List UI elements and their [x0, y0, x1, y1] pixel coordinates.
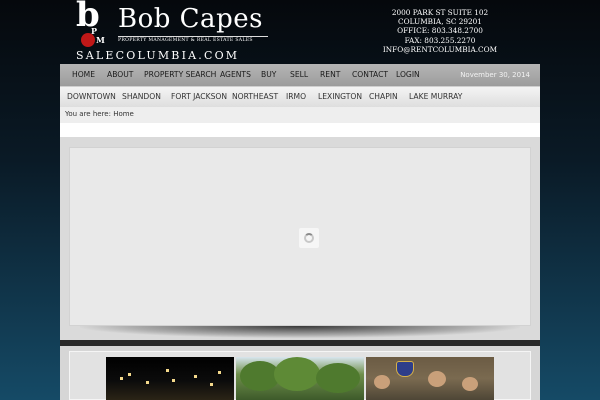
city-night-photo[interactable]: [106, 357, 234, 400]
contact-address-line2: COLUMBIA, SC 29201: [398, 17, 482, 27]
logo-mark-m: M: [96, 35, 105, 45]
site-header: b P M Bob Capes PROPERTY MANAGEMENT & RE…: [0, 0, 600, 65]
nav-item-about[interactable]: ABOUT: [107, 64, 133, 86]
nav-item-rent[interactable]: RENT: [320, 64, 340, 86]
contact-office-phone: OFFICE: 803.348.2700: [397, 26, 483, 36]
spacer: [60, 123, 540, 137]
logo-tagline: PROPERTY MANAGEMENT & REAL ESTATE SALES: [118, 38, 253, 43]
nav-item-contact[interactable]: CONTACT: [352, 64, 388, 86]
unit-patch-icon: [396, 361, 414, 377]
subnav-item-fort-jackson[interactable]: FORT JACKSON: [171, 87, 227, 108]
slider-shadow: [80, 326, 520, 338]
bpm-logo-mark-icon: b P M: [74, 0, 108, 52]
logo-domain: SALECOLUMBIA.COM: [76, 49, 240, 62]
page-container: HOME ABOUT PROPERTY SEARCH AGENTS BUY SE…: [60, 64, 540, 400]
nav-item-agents[interactable]: AGENTS: [220, 64, 251, 86]
subnav-item-shandon[interactable]: SHANDON: [122, 87, 161, 108]
featured-gallery: [60, 346, 540, 400]
soldiers-photo[interactable]: [366, 357, 494, 400]
image-slider[interactable]: [69, 147, 531, 326]
logo-divider: [118, 36, 268, 37]
nav-item-sell[interactable]: SELL: [290, 64, 308, 86]
subnav-item-lake-murray[interactable]: LAKE MURRAY: [409, 87, 462, 108]
site-logo[interactable]: b P M Bob Capes PROPERTY MANAGEMENT & RE…: [74, 0, 270, 62]
subnav-item-lexington[interactable]: LEXINGTON: [318, 87, 362, 108]
trees-photo[interactable]: [236, 357, 364, 400]
subnav-item-downtown[interactable]: DOWNTOWN: [67, 87, 116, 108]
main-nav: HOME ABOUT PROPERTY SEARCH AGENTS BUY SE…: [60, 64, 540, 86]
nav-item-home[interactable]: HOME: [72, 64, 95, 86]
subnav-item-irmo[interactable]: IRMO: [286, 87, 306, 108]
current-date: November 30, 2014: [460, 71, 530, 79]
subnav-item-northeast[interactable]: NORTHEAST: [232, 87, 278, 108]
nav-item-login[interactable]: LOGIN: [396, 64, 420, 86]
contact-block: 2000 PARK ST SUITE 102 COLUMBIA, SC 2920…: [370, 8, 510, 54]
contact-fax: FAX: 803.255.2270: [404, 35, 476, 45]
contact-address-line1: 2000 PARK ST SUITE 102: [391, 8, 489, 17]
loading-spinner-icon: [299, 228, 319, 248]
breadcrumb: You are here: Home: [60, 107, 540, 123]
subnav-item-chapin[interactable]: CHAPIN: [369, 87, 398, 108]
neighborhood-nav: DOWNTOWN SHANDON FORT JACKSON NORTHEAST …: [60, 86, 540, 107]
nav-item-property-search[interactable]: PROPERTY SEARCH: [144, 64, 216, 86]
contact-email-link[interactable]: INFO@RENTCOLUMBIA.COM: [370, 45, 510, 54]
logo-name: Bob Capes: [118, 4, 263, 34]
nav-item-buy[interactable]: BUY: [261, 64, 276, 86]
slider-frame: [60, 137, 540, 340]
